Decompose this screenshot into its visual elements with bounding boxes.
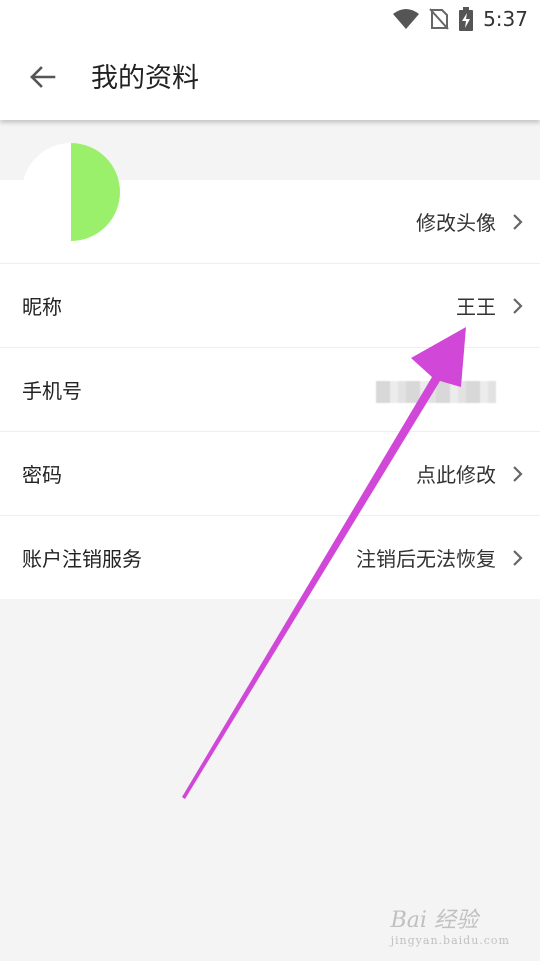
watermark-brand: Bai 经验 <box>390 908 478 933</box>
chevron-right-icon <box>513 465 523 482</box>
nickname-label: 昵称 <box>22 295 62 319</box>
back-button[interactable] <box>22 59 62 99</box>
profile-list: 修改头像 昵称 王王 手机号 密码 点此修改 账户注销服务 注销后无法恢复 <box>0 180 540 599</box>
status-bar: 5:37 <box>0 0 540 38</box>
phone-label: 手机号 <box>22 379 82 403</box>
password-label: 密码 <box>22 463 62 487</box>
chevron-right-icon <box>513 297 523 314</box>
chevron-right-icon <box>513 213 523 230</box>
chevron-right-icon <box>513 549 523 566</box>
status-time: 5:37 <box>483 7 528 31</box>
nickname-value: 王王 <box>456 295 496 319</box>
password-row[interactable]: 密码 点此修改 <box>0 432 540 516</box>
account-cancel-value: 注销后无法恢复 <box>356 547 496 571</box>
password-value: 点此修改 <box>416 463 496 487</box>
nickname-row[interactable]: 昵称 王王 <box>0 264 540 348</box>
watermark-sub: jingyan.baidu.com <box>390 934 510 947</box>
edit-avatar-label: 修改头像 <box>416 211 496 235</box>
watermark-logo: Bai 经验 jingyan.baidu.com <box>391 902 510 947</box>
status-icons: 5:37 <box>383 5 528 33</box>
account-cancel-label: 账户注销服务 <box>22 547 142 571</box>
battery-charging-icon <box>459 7 474 31</box>
wifi-icon <box>393 9 420 29</box>
no-sim-icon <box>429 8 449 30</box>
screen: 5:37 我的资料 修改头像 昵称 王王 手机号 密码 点此修改 账户注销服务 … <box>0 0 540 961</box>
phone-value-masked <box>376 381 496 403</box>
account-cancel-row[interactable]: 账户注销服务 注销后无法恢复 <box>0 516 540 599</box>
avatar[interactable] <box>22 143 120 241</box>
page-title: 我的资料 <box>91 63 199 94</box>
app-bar: 我的资料 <box>0 38 540 120</box>
arrow-left-icon <box>28 65 56 93</box>
phone-row: 手机号 <box>0 348 540 432</box>
